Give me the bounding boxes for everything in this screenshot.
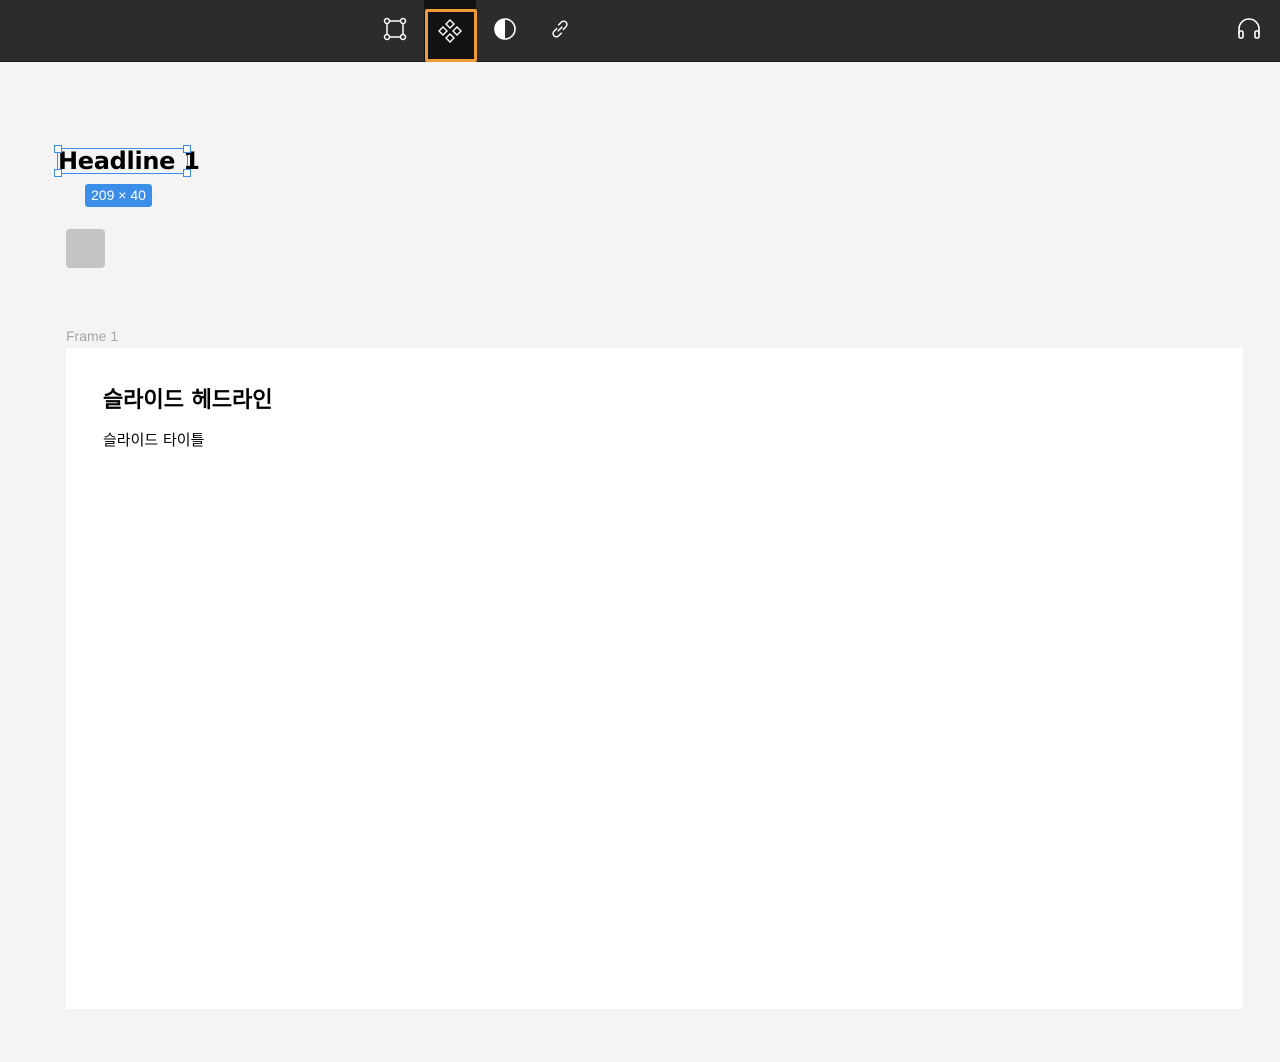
resize-handle-bottom-left[interactable] [54,169,62,177]
contrast-icon [493,17,517,41]
slide-title[interactable]: 슬라이드 타이틀 [103,429,204,450]
frame-tool-button[interactable] [372,6,418,52]
top-toolbar [0,0,1280,62]
frame-1[interactable]: 슬라이드 헤드라인 슬라이드 타이틀 [66,348,1243,1009]
link-icon [549,18,571,40]
slide-headline[interactable]: 슬라이드 헤드라인 [103,382,273,414]
frame-icon [383,17,407,41]
headphones-icon [1236,16,1262,42]
design-canvas[interactable]: Headline 1 209 × 40 Frame 1 슬라이드 헤드라인 슬라… [0,62,1280,1062]
headline-text[interactable]: Headline 1 [58,147,200,175]
gray-square-layer[interactable] [66,229,105,268]
selected-text-layer[interactable]: Headline 1 [54,145,200,177]
frame-label[interactable]: Frame 1 [66,328,118,344]
resize-handle-top-right[interactable] [183,145,191,153]
selection-size-badge: 209 × 40 [85,184,152,207]
components-tool-button[interactable] [424,0,477,62]
resize-handle-bottom-right[interactable] [183,169,191,177]
active-tool-highlight [425,9,477,62]
contrast-tool-button[interactable] [482,6,528,52]
link-tool-button[interactable] [537,6,583,52]
resize-handle-top-left[interactable] [54,145,62,153]
audio-button[interactable] [1226,6,1272,52]
